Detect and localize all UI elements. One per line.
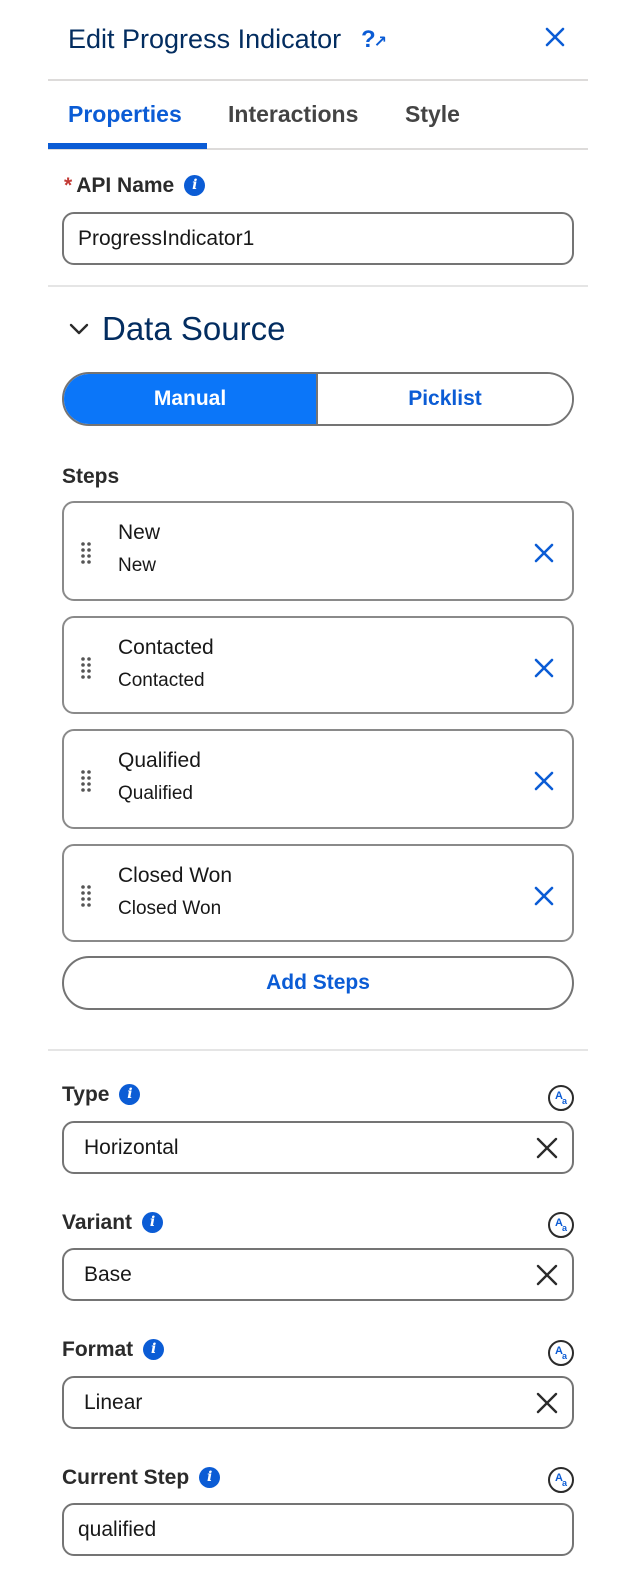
- format-label: Format i: [62, 1338, 165, 1362]
- drag-handle-icon[interactable]: [80, 769, 92, 793]
- variant-label-text: Variant: [62, 1211, 133, 1234]
- current-step-value: qualified: [78, 1518, 157, 1541]
- current-step-label: Current Step i: [62, 1466, 221, 1490]
- data-source-toggle: Manual Picklist: [62, 372, 574, 426]
- help-icon[interactable]: ?↗: [361, 26, 387, 54]
- drag-handle-icon[interactable]: [80, 884, 92, 908]
- step-value: Closed Won: [118, 898, 222, 919]
- chevron-down-icon[interactable]: [68, 318, 90, 340]
- remove-step-icon[interactable]: [534, 543, 554, 563]
- drag-handle-icon[interactable]: [80, 656, 92, 680]
- api-name-value: ProgressIndicator1: [78, 227, 255, 250]
- step-value: Qualified: [118, 783, 193, 804]
- edit-panel: Edit Progress Indicator ?↗ Properties In…: [48, 0, 588, 1578]
- divider: [48, 285, 588, 287]
- step-item-contacted: Contacted Contacted: [62, 616, 574, 714]
- divider: [48, 1049, 588, 1051]
- tab-style[interactable]: Style: [405, 101, 460, 128]
- step-label: Contacted: [118, 636, 214, 659]
- steps-label: Steps: [62, 465, 120, 488]
- step-label: New: [118, 521, 161, 544]
- active-tab-indicator: [48, 143, 207, 149]
- remove-step-icon[interactable]: [534, 886, 554, 906]
- close-icon[interactable]: [544, 26, 566, 48]
- api-name-label-text: API Name: [76, 174, 175, 197]
- api-name-label: * API Name i: [64, 174, 206, 198]
- api-name-input[interactable]: ProgressIndicator1: [62, 212, 574, 265]
- step-label: Qualified: [118, 749, 201, 772]
- clear-icon[interactable]: [535, 1136, 559, 1160]
- variant-label: Variant i: [62, 1211, 164, 1235]
- data-source-title: Data Source: [102, 310, 286, 347]
- info-icon[interactable]: i: [184, 175, 206, 196]
- type-combobox[interactable]: Horizontal: [62, 1121, 574, 1174]
- step-item-new: New New: [62, 501, 574, 601]
- help-glyph: ?: [361, 26, 376, 53]
- step-value: New: [118, 555, 157, 576]
- variant-value: Base: [84, 1263, 132, 1286]
- format-combobox[interactable]: Linear: [62, 1376, 574, 1429]
- picklist-button[interactable]: Picklist: [318, 374, 572, 424]
- step-item-closed-won: Closed Won Closed Won: [62, 844, 574, 942]
- info-icon[interactable]: i: [199, 1467, 221, 1488]
- format-label-text: Format: [62, 1338, 134, 1361]
- type-label: Type i: [62, 1083, 141, 1107]
- variant-combobox[interactable]: Base: [62, 1248, 574, 1301]
- resource-icon[interactable]: Aa: [548, 1340, 574, 1366]
- step-item-qualified: Qualified Qualified: [62, 729, 574, 829]
- tab-interactions[interactable]: Interactions: [228, 101, 358, 128]
- drag-handle-icon[interactable]: [80, 541, 92, 565]
- clear-icon[interactable]: [535, 1391, 559, 1415]
- tab-properties[interactable]: Properties: [68, 101, 182, 128]
- step-label: Closed Won: [118, 864, 233, 887]
- tab-bar: Properties Interactions Style: [48, 81, 588, 150]
- remove-step-icon[interactable]: [534, 658, 554, 678]
- resource-icon[interactable]: Aa: [548, 1085, 574, 1111]
- type-value: Horizontal: [84, 1136, 179, 1159]
- resource-icon[interactable]: Aa: [548, 1212, 574, 1238]
- panel-title: Edit Progress Indicator: [68, 24, 342, 54]
- info-icon[interactable]: i: [142, 1212, 164, 1233]
- add-steps-button[interactable]: Add Steps: [62, 956, 574, 1010]
- resource-icon[interactable]: Aa: [548, 1467, 574, 1493]
- info-icon[interactable]: i: [119, 1084, 141, 1105]
- type-label-text: Type: [62, 1083, 110, 1106]
- info-icon[interactable]: i: [143, 1339, 165, 1360]
- step-value: Contacted: [118, 670, 205, 691]
- format-value: Linear: [84, 1391, 143, 1414]
- current-step-input[interactable]: qualified: [62, 1503, 574, 1556]
- remove-step-icon[interactable]: [534, 771, 554, 791]
- current-step-label-text: Current Step: [62, 1466, 190, 1489]
- manual-button[interactable]: Manual: [64, 374, 318, 424]
- clear-icon[interactable]: [535, 1263, 559, 1287]
- panel-header: Edit Progress Indicator ?↗: [48, 0, 588, 81]
- required-mark: *: [64, 174, 73, 197]
